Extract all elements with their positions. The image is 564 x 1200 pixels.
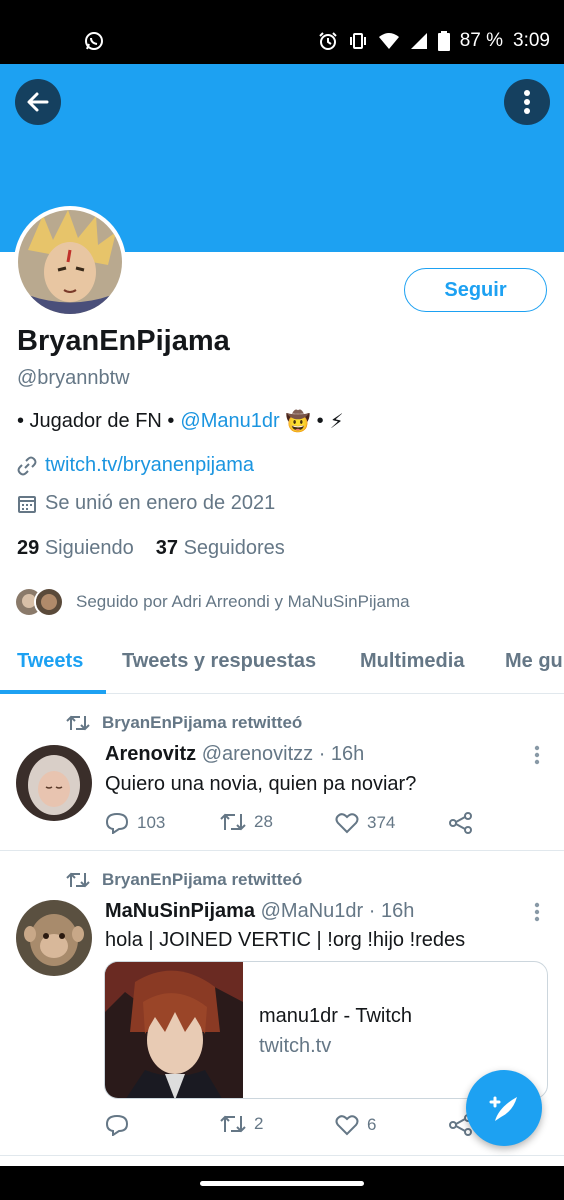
system-navigation-bar (0, 1166, 564, 1200)
bio-text-suffix: • (316, 410, 324, 432)
tab-likes[interactable]: Me gu (505, 650, 563, 673)
tweet-author-avatar[interactable] (16, 745, 92, 821)
like-button[interactable]: 374 (335, 812, 395, 834)
tweet-more-icon[interactable] (534, 745, 540, 765)
tab-media[interactable]: Multimedia (360, 650, 464, 673)
more-vertical-icon (524, 90, 530, 114)
signal-icon (410, 33, 427, 49)
alarm-icon (318, 32, 337, 50)
more-options-button[interactable] (504, 79, 550, 125)
following-count[interactable]: 29 Siguiendo (17, 537, 134, 560)
profile-avatar[interactable] (14, 206, 126, 318)
bio-text-prefix: • Jugador de FN • (17, 410, 175, 432)
reply-button[interactable] (105, 1114, 137, 1136)
retweet-icon (66, 715, 90, 731)
retweet-count: 2 (254, 1114, 264, 1133)
share-icon (449, 812, 472, 834)
followed-by-text: Seguido por Adri Arreondi y MaNuSinPijam… (76, 592, 410, 611)
battery-icon (437, 31, 450, 51)
heart-icon (335, 813, 359, 834)
profile-name: BryanEnPijama (17, 325, 230, 357)
home-gesture-bar[interactable] (200, 1181, 364, 1186)
bio-emoji-cowboy: 🤠 (285, 411, 311, 433)
retweet-context-text: BryanEnPijama retwitteó (102, 713, 303, 732)
status-bar: 87 % 3:09 (0, 0, 564, 64)
reply-icon (105, 812, 129, 834)
tweet-author-name[interactable]: MaNuSinPijama (105, 900, 255, 922)
link-preview-image (105, 962, 243, 1098)
reply-count: 103 (137, 813, 166, 832)
tweet-author-name[interactable]: Arenovitz (105, 743, 196, 765)
profile-join-date: Se unió en enero de 2021 (17, 492, 275, 515)
profile-website[interactable]: twitch.tv/bryanenpijama (17, 454, 254, 477)
retweet-icon (220, 813, 246, 831)
back-button[interactable] (15, 79, 61, 125)
follow-counts: 29 Siguiendo 37 Seguidores (17, 537, 285, 560)
website-link[interactable]: twitch.tv/bryanenpijama (45, 454, 254, 477)
profile-bio: • Jugador de FN • @Manu1dr 🤠 • ⚡ (17, 409, 344, 434)
like-count: 374 (367, 813, 396, 832)
retweet-icon (220, 1115, 246, 1133)
retweet-button[interactable]: 28 (220, 812, 273, 832)
tweet-header: Arenovitz @arenovitzz · 16h (105, 743, 364, 766)
tweet-author-avatar[interactable] (16, 900, 92, 976)
vibrate-icon (349, 33, 366, 49)
link-preview-title: manu1dr - Twitch (259, 1005, 413, 1027)
tweet-more-icon[interactable] (534, 902, 540, 922)
tweet-header: MaNuSinPijama @MaNu1dr · 16h (105, 900, 414, 923)
tweet-author-handle: @arenovitzz · 16h (201, 743, 365, 765)
profile-tabs: Tweets Tweets y respuestas Multimedia Me… (0, 636, 564, 694)
reply-button[interactable]: 103 (105, 812, 165, 834)
retweet-context-text: BryanEnPijama retwitteó (102, 870, 303, 889)
join-date-text: Se unió en enero de 2021 (45, 492, 276, 514)
profile-handle: @bryannbtw (17, 367, 130, 389)
whatsapp-icon (85, 32, 103, 50)
share-button[interactable] (449, 812, 473, 834)
bio-emoji-lightning: ⚡ (329, 411, 344, 433)
followers-count[interactable]: 37 Seguidores (156, 537, 285, 560)
retweet-count: 28 (254, 812, 273, 831)
bio-mention-link[interactable]: @Manu1dr (180, 410, 279, 433)
heart-icon (335, 1115, 359, 1136)
tweet-text: Quiero una novia, quien pa noviar? (105, 773, 417, 795)
tweet-actions: 103 28 374 (105, 812, 485, 838)
tweet[interactable]: BryanEnPijama retwitteó Arenovitz @areno… (0, 695, 564, 851)
link-preview-domain: twitch.tv (259, 1035, 332, 1057)
retweet-icon (66, 872, 90, 888)
tweet-author-handle: @MaNu1dr · 16h (260, 900, 415, 922)
clock: 3:09 (513, 30, 550, 51)
battery-percentage: 87 % (459, 30, 504, 51)
retweet-button[interactable]: 2 (220, 1114, 263, 1134)
calendar-icon (18, 495, 36, 513)
link-icon (17, 456, 37, 475)
follower-avatar (34, 587, 64, 617)
wifi-icon (378, 33, 399, 49)
retweet-context: BryanEnPijama retwitteó (66, 870, 302, 890)
tab-tweets-and-replies[interactable]: Tweets y respuestas (122, 650, 316, 673)
active-tab-indicator (0, 690, 106, 694)
arrow-left-icon (27, 92, 49, 112)
like-button[interactable]: 6 (335, 1114, 376, 1136)
follow-button[interactable]: Seguir (404, 268, 547, 312)
tweet-text: hola | JOINED VERTIC | !org !hijo !redes (105, 929, 466, 951)
reply-icon (105, 1114, 129, 1136)
compose-tweet-button[interactable] (466, 1070, 542, 1146)
like-count: 6 (367, 1115, 377, 1134)
followed-by-row[interactable]: Seguido por Adri Arreondi y MaNuSinPijam… (14, 587, 410, 617)
compose-tweet-icon (489, 1096, 517, 1121)
tweet-actions: 2 6 (105, 1114, 485, 1140)
retweet-context: BryanEnPijama retwitteó (66, 713, 302, 733)
tab-tweets[interactable]: Tweets (17, 650, 83, 673)
